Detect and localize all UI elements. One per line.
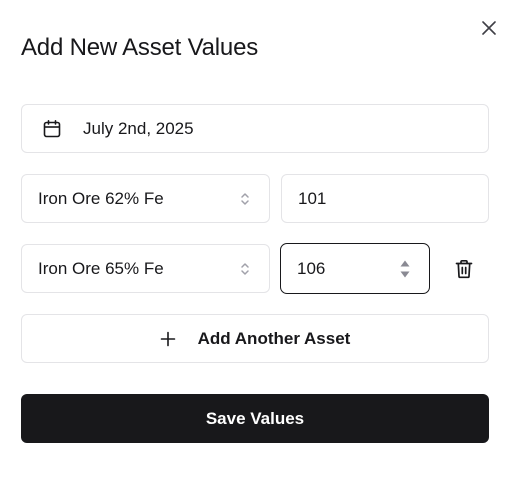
delete-row-button[interactable] (453, 257, 475, 281)
save-values-label: Save Values (205, 408, 305, 428)
asset-value-input-1[interactable]: 101 (281, 174, 489, 223)
date-value: July 2nd, 2025 (83, 118, 194, 138)
asset-select-value: Iron Ore 65% Fe (38, 258, 164, 278)
asset-select-1[interactable]: Iron Ore 62% Fe (21, 174, 270, 223)
dialog-title: Add New Asset Values (21, 34, 259, 61)
date-picker-button[interactable]: July 2nd, 2025 (21, 104, 489, 153)
asset-select-value: Iron Ore 62% Fe (38, 188, 164, 208)
close-button[interactable] (478, 17, 500, 39)
asset-value: 106 (297, 258, 326, 278)
close-icon (482, 21, 496, 35)
calendar-icon (42, 119, 62, 139)
asset-select-2[interactable]: Iron Ore 65% Fe (21, 244, 270, 293)
add-another-asset-label: Add Another Asset (197, 328, 351, 348)
add-asset-values-dialog: Add New Asset Values July 2nd, 2025 Iron… (0, 0, 515, 484)
save-values-button[interactable]: Save Values (21, 394, 489, 443)
chevron-up-down-icon (239, 260, 251, 278)
trash-icon (455, 259, 473, 279)
asset-value: 101 (298, 188, 327, 208)
add-another-asset-button[interactable]: Add Another Asset (21, 314, 489, 363)
chevron-up-down-icon (239, 190, 251, 208)
plus-icon (160, 331, 176, 347)
spinner-arrows-icon[interactable] (399, 258, 411, 280)
asset-value-input-2[interactable]: 106 (280, 243, 430, 294)
